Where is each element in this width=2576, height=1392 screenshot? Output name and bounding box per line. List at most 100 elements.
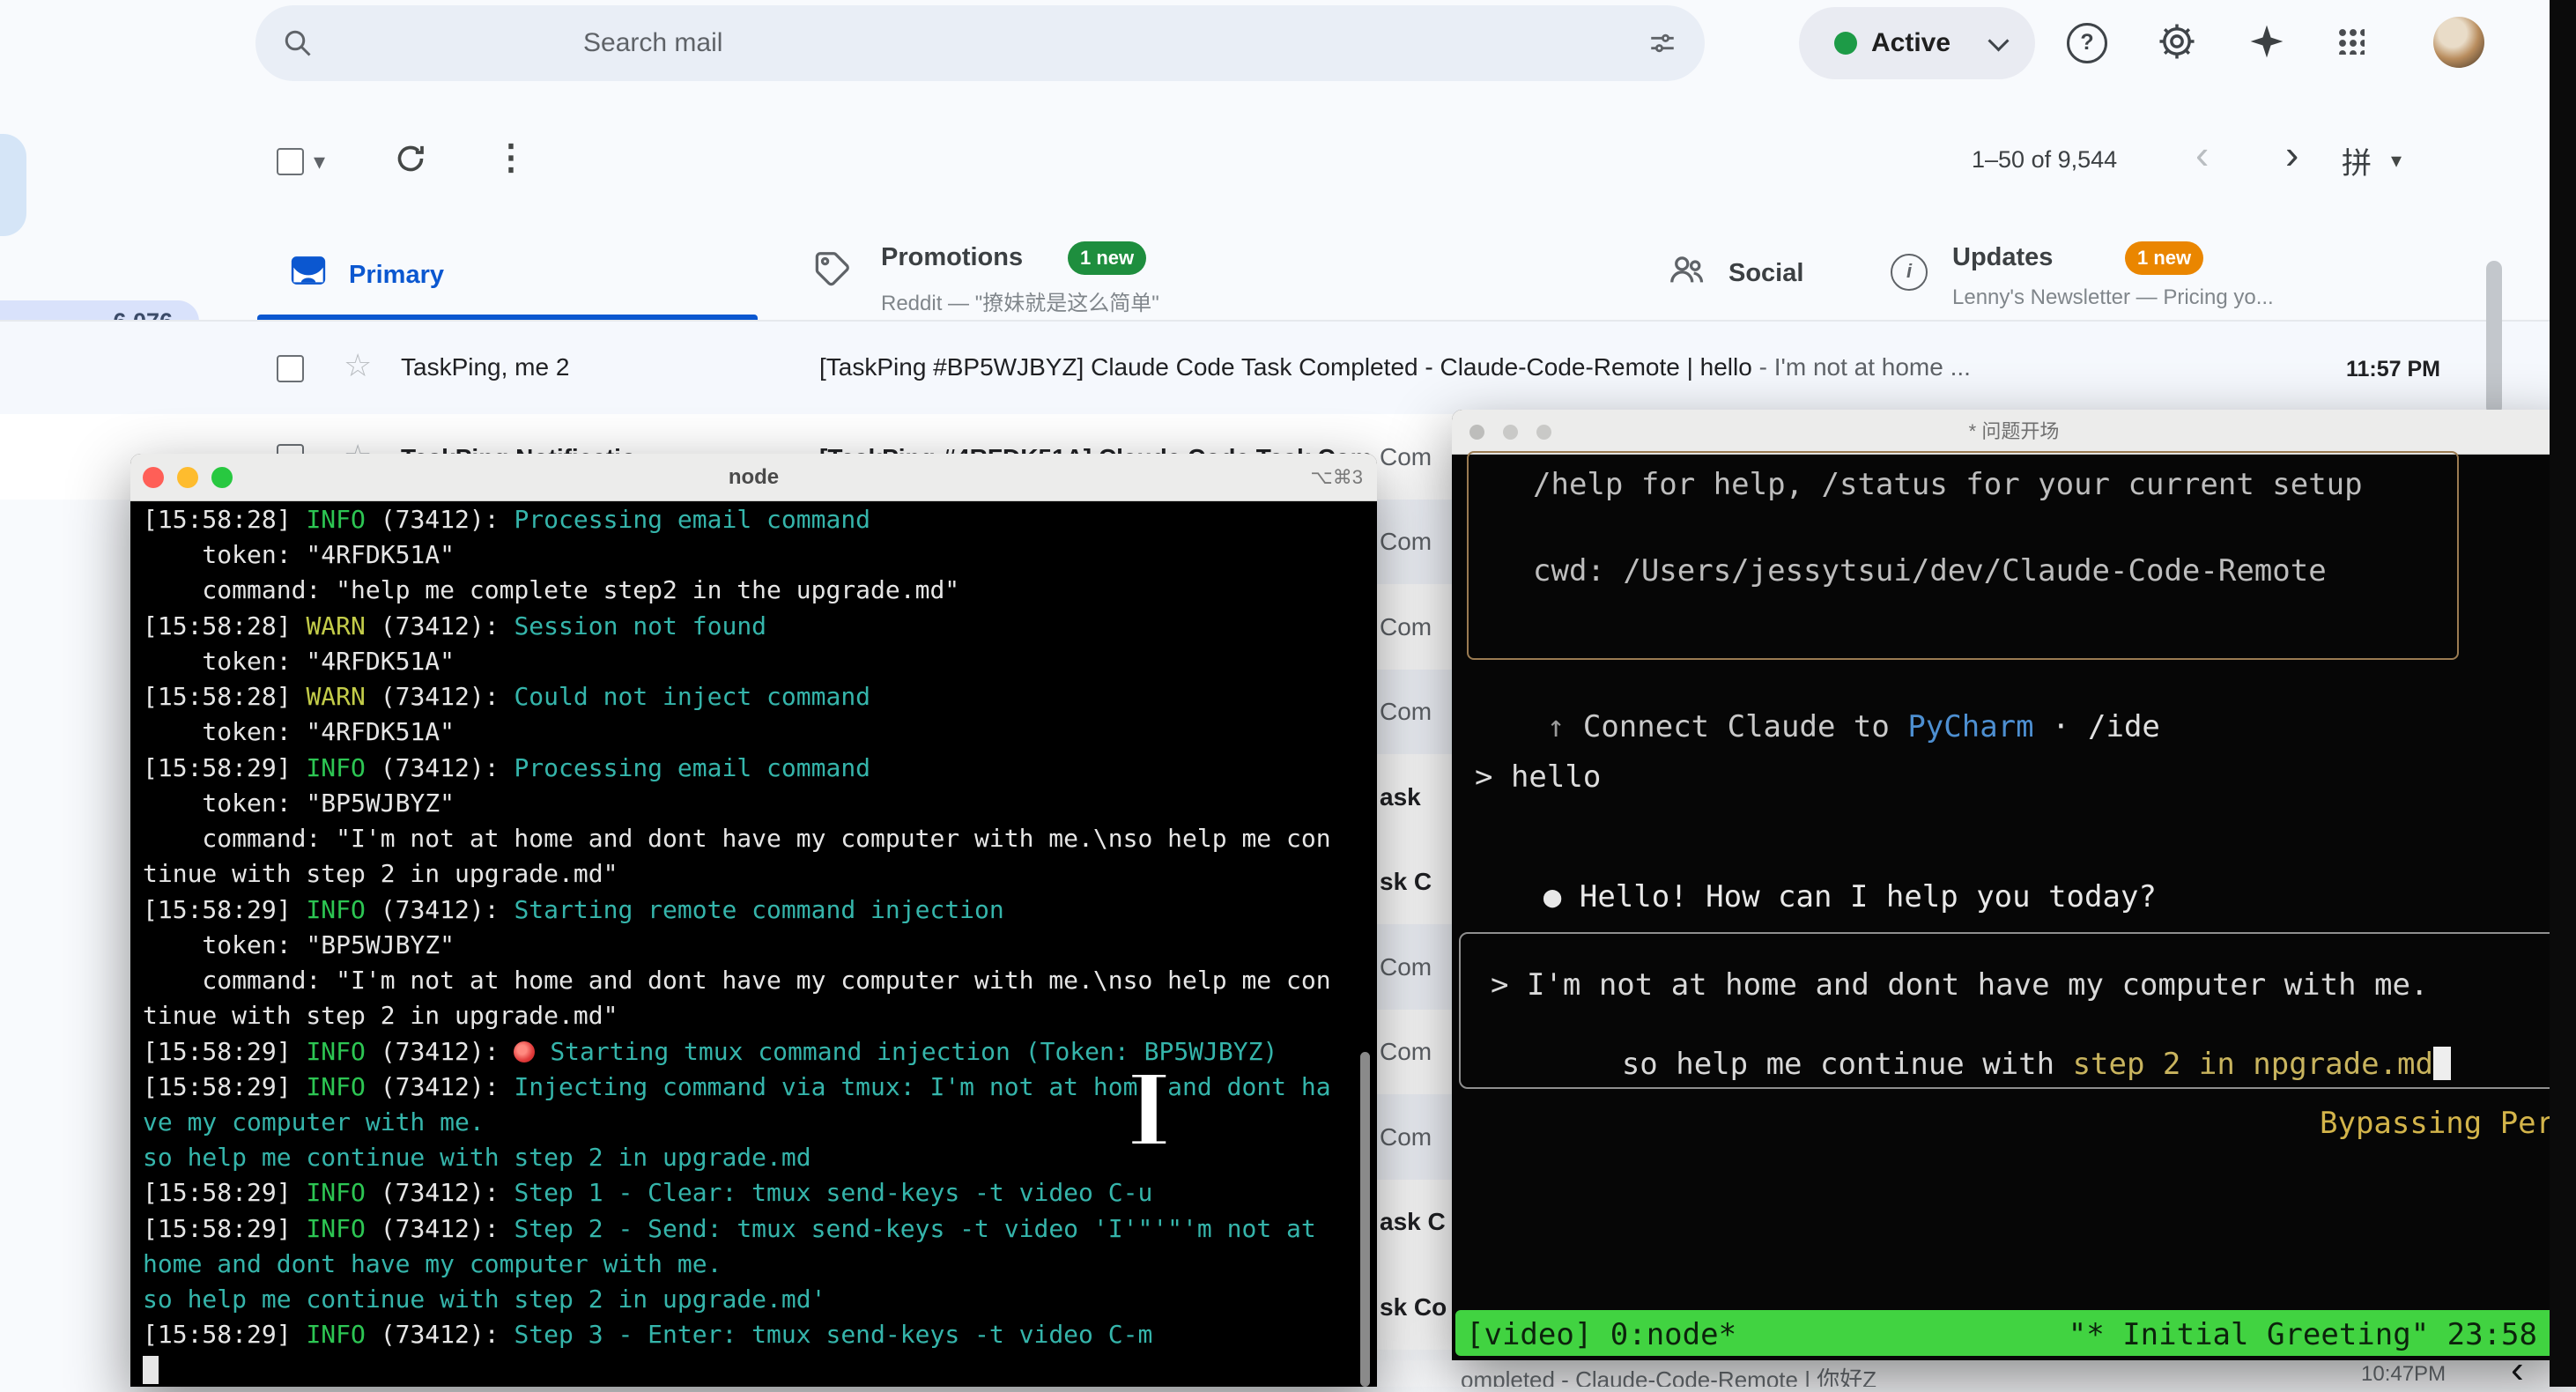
tab-label: Social	[1728, 259, 1803, 288]
tab-updates[interactable]: i Updates 1 new Lenny's Newsletter — Pri…	[1891, 236, 2543, 321]
next-page-icon[interactable]: ›	[2285, 134, 2298, 174]
screen: { "gmail": { "search": {"placeholder": "…	[0, 0, 2576, 1387]
tmux-status-bar: [video] 0:node* "* Initial Greeting" 23:…	[1455, 1310, 2571, 1356]
assistant-bullet: ●	[1543, 879, 1561, 914]
minimize-icon[interactable]	[1503, 425, 1518, 440]
terminal-log-line: token: "BP5WJBYZ"	[143, 786, 1367, 821]
tab-label: Primary	[349, 261, 444, 290]
updates-snippet: Lenny's Newsletter — Pricing yo...	[1952, 285, 2274, 310]
snippet-text: - I'm not at home ...	[1752, 353, 1971, 381]
apps-grid-icon[interactable]	[2336, 26, 2365, 55]
select-dropdown-caret[interactable]: ▾	[314, 148, 325, 175]
terminal-log-line: [15:58:29] INFO (73412): Starting tmux c…	[143, 1034, 1367, 1070]
up-arrow-icon: ↑	[1547, 709, 1565, 744]
email-row[interactable]: ☆ TaskPing, me 2 [TaskPing #BP5WJBYZ] Cl…	[0, 322, 2550, 415]
help-hint-line: /help for help, /status for your current…	[1533, 467, 2363, 502]
terminal-log-line: [15:58:29] INFO (73412): Step 1 - Clear:…	[143, 1175, 1367, 1211]
target-emoji	[514, 1041, 535, 1063]
promotions-new-badge: 1 new	[1068, 241, 1146, 275]
user-message: > hello	[1475, 759, 1601, 795]
info-icon: i	[1891, 254, 1928, 291]
terminal-log-line: [15:58:29] INFO (73412): Step 2 - Send: …	[143, 1211, 1367, 1247]
tab-label: Promotions	[881, 243, 1023, 272]
ime-caret-icon[interactable]: ▾	[2391, 148, 2402, 174]
terminal-log-line: token: "4RFDK51A"	[143, 537, 1367, 573]
tmux-session-label: [video] 0:node*	[1466, 1317, 1736, 1352]
list-scrollbar[interactable]	[2486, 261, 2502, 415]
claude-terminal-window[interactable]: * 问题开场 /help for help, /status for your …	[1452, 410, 2576, 1360]
terminal-log-line: [15:58:28] INFO (73412): Processing emai…	[143, 502, 1367, 537]
terminal-log-line: home and dont have my computer with me.	[143, 1247, 1367, 1282]
node-terminal-body: [15:58:28] INFO (73412): Processing emai…	[143, 502, 1367, 1387]
terminal-block-cursor	[143, 1356, 159, 1384]
search-icon[interactable]	[282, 27, 314, 59]
search-bar[interactable]: Search mail	[255, 5, 1705, 81]
promotions-snippet: Reddit — "撩妹就是这么简单"	[881, 285, 1159, 316]
search-options-icon[interactable]	[1647, 28, 1677, 58]
tab-promotions[interactable]: Promotions 1 new Reddit — "撩妹就是这么简单"	[811, 236, 1427, 321]
node-terminal-window[interactable]: node ⌥⌘3 [15:58:28] INFO (73412): Proces…	[130, 454, 1377, 1387]
window-shortcut: ⌥⌘3	[1310, 454, 1363, 500]
cwd-line: cwd: /Users/jessytsui/dev/Claude-Code-Re…	[1533, 553, 2327, 589]
zoom-icon[interactable]	[1536, 425, 1551, 440]
close-icon[interactable]	[1469, 425, 1484, 440]
screen-edge-strip	[2550, 0, 2576, 1387]
more-options-icon[interactable]: ⋮	[493, 137, 529, 178]
tmux-window-title: "* Initial Greeting" 23:58	[2069, 1317, 2537, 1352]
search-input[interactable]: Search mail	[583, 5, 722, 81]
terminal-log-line: [15:58:28] WARN (73412): Session not fou…	[143, 609, 1367, 644]
pycharm-link[interactable]: PyCharm	[1907, 709, 2033, 744]
primary-tab-icon	[291, 255, 326, 285]
terminal-log-line: so help me continue with step 2 in upgra…	[143, 1282, 1367, 1317]
refresh-icon[interactable]	[393, 141, 428, 176]
tab-label: Updates	[1952, 243, 2053, 272]
select-all-checkbox[interactable]	[277, 148, 304, 175]
status-selector[interactable]: Active	[1799, 7, 2035, 79]
tab-social[interactable]: Social	[1665, 236, 1876, 321]
tip-prefix: Connect Claude to	[1565, 709, 1907, 744]
bottom-email-sliver[interactable]: ompleted - Claude-Code-Remote | 你好Z 10:4…	[1377, 1360, 2550, 1387]
email-sender: TaskPing, me 2	[401, 353, 569, 381]
terminal-log-line	[143, 1353, 1367, 1387]
claude-input-box[interactable]: > I'm not at home and dont have my compu…	[1459, 932, 2576, 1089]
email-time: 11:57 PM	[2308, 357, 2440, 382]
ime-indicator[interactable]: 拼	[2342, 139, 2372, 182]
tab-primary[interactable]: Primary	[257, 236, 758, 321]
minimize-icon[interactable]	[177, 467, 198, 488]
tip-suffix: · /ide	[2034, 709, 2160, 744]
settings-gear-icon[interactable]	[2157, 21, 2197, 62]
mouse-ibeam-cursor: I	[1126, 1054, 1172, 1169]
bottom-row-text: ompleted - Claude-Code-Remote | 你好Z	[1461, 1362, 1876, 1387]
permissions-mode-label: Bypassing Perm	[2320, 1106, 2572, 1141]
bottom-row-time: 10:47PM	[2361, 1362, 2446, 1387]
gemini-sparkle-icon[interactable]	[2248, 23, 2285, 60]
claude-welcome-box: /help for help, /status for your current…	[1467, 451, 2459, 660]
terminal-log-line: command: "help me complete step2 in the …	[143, 573, 1367, 608]
terminal-log-line: token: "BP5WJBYZ"	[143, 928, 1367, 963]
terminal-log-line: [15:58:29] INFO (73412): Step 3 - Enter:…	[143, 1317, 1367, 1352]
email-checkbox[interactable]	[277, 355, 304, 382]
terminal-log-line: command: "I'm not at home and dont have …	[143, 821, 1367, 856]
terminal-log-line: token: "4RFDK51A"	[143, 644, 1367, 679]
terminal-log-line: command: "I'm not at home and dont have …	[143, 963, 1367, 998]
compose-blob	[0, 134, 26, 236]
help-icon[interactable]: ?	[2067, 23, 2107, 63]
terminal-log-line: so help me continue with step 2 in upgra…	[143, 1140, 1367, 1175]
prev-page-icon[interactable]: ‹	[2195, 134, 2209, 174]
terminal-log-line: [15:58:29] INFO (73412): Starting remote…	[143, 892, 1367, 928]
terminal-log-line: [15:58:28] WARN (73412): Could not injec…	[143, 679, 1367, 715]
terminal-scrollbar[interactable]	[1360, 1052, 1370, 1387]
chevron-down-icon	[1988, 30, 2009, 51]
email-subject: [TaskPing #BP5WJBYZ] Claude Code Task Co…	[819, 353, 2291, 381]
node-terminal-titlebar[interactable]: node ⌥⌘3	[130, 454, 1377, 501]
claude-terminal-titlebar[interactable]: * 问题开场	[1452, 410, 2576, 455]
input-line-2-highlight: step 2 in npgrade.md	[2073, 1047, 2433, 1082]
subject-text: [TaskPing #BP5WJBYZ] Claude Code Task Co…	[819, 353, 1752, 381]
text-cursor	[2433, 1047, 2451, 1080]
close-icon[interactable]	[143, 467, 164, 488]
terminal-log-line: [15:58:29] INFO (73412): Processing emai…	[143, 751, 1367, 786]
avatar[interactable]	[2433, 17, 2484, 68]
zoom-icon[interactable]	[211, 467, 233, 488]
pagination-label: 1–50 of 9,544	[1972, 146, 2117, 174]
star-icon[interactable]: ☆	[344, 350, 372, 381]
